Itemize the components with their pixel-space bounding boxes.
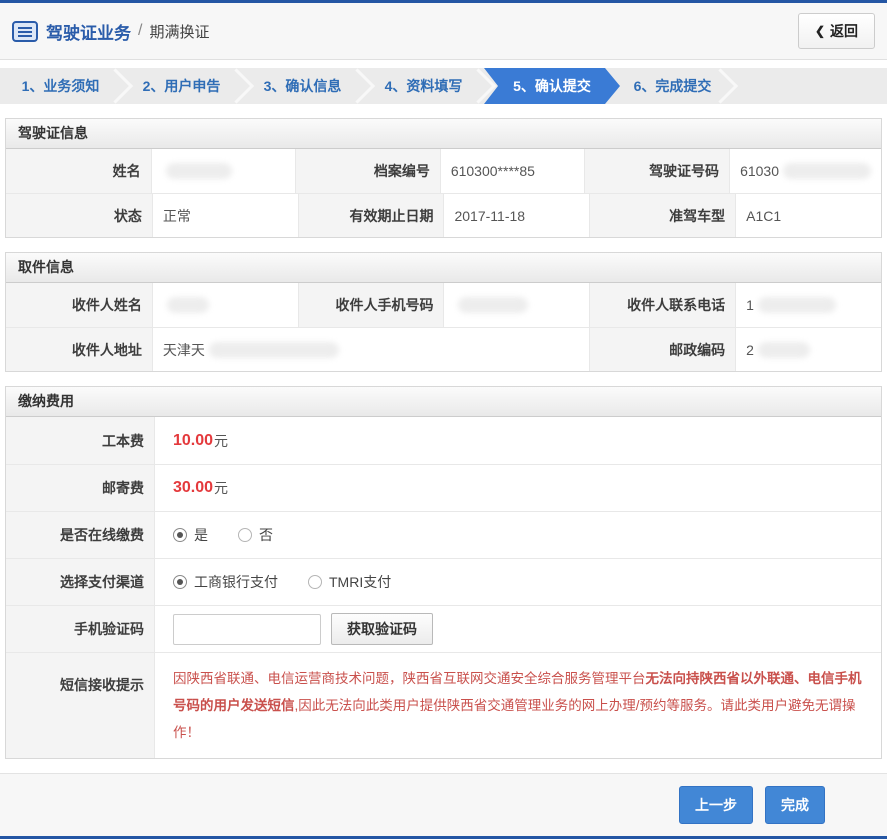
pay-channel-label: 选择支付渠道	[6, 558, 154, 605]
cost-fee-amount: 10.00	[173, 431, 214, 449]
online-pay-options: 是 否	[154, 511, 881, 558]
get-sms-code-button[interactable]: 获取验证码	[331, 613, 433, 645]
step-3-confirm-info[interactable]: 3、确认信息	[242, 68, 363, 104]
step-1-business-notes[interactable]: 1、业务须知	[0, 68, 121, 104]
pay-channel-options: 工商银行支付 TMRI支付	[154, 558, 881, 605]
redacted-blur	[458, 297, 529, 313]
back-button[interactable]: ❮ 返回	[797, 13, 875, 49]
vehicle-class-label: 准驾车型	[589, 193, 736, 237]
license-number-label: 驾驶证号码	[584, 149, 730, 193]
pay-channel-option-tmri[interactable]: TMRI支付	[308, 572, 391, 592]
license-info-row-2: 状态 正常 有效期止日期 2017-11-18 准驾车型 A1C1	[6, 193, 881, 237]
footer-action-bar: 上一步 完成	[0, 773, 887, 836]
license-info-row-1: 姓名 档案编号 610300****85 驾驶证号码 61030	[6, 149, 881, 193]
recipient-address-value: 天津天	[151, 327, 590, 371]
file-number-label: 档案编号	[295, 149, 440, 193]
sms-code-input[interactable]	[173, 613, 321, 645]
cost-fee-unit: 元	[214, 432, 229, 449]
back-button-label: 返回	[830, 23, 858, 39]
redacted-blur	[166, 297, 209, 313]
redacted-blur	[757, 297, 836, 313]
expiry-value: 2017-11-18	[443, 193, 590, 237]
online-pay-no-label: 否	[259, 527, 273, 543]
redacted-blur	[783, 163, 871, 179]
sms-notice-row: 短信接收提示 因陕西省联通、电信运营商技术问题，陕西省互联网交通安全综合服务管理…	[6, 652, 881, 758]
pay-channel-icbc-label: 工商银行支付	[194, 574, 278, 590]
postage-fee-amount: 30.00	[173, 479, 214, 496]
payment-title: 缴纳费用	[6, 387, 881, 417]
license-number-value: 61030	[729, 149, 881, 193]
online-pay-row: 是否在线缴费 是 否	[6, 511, 881, 558]
form-list-icon	[12, 20, 38, 42]
step-6-complete-submit[interactable]: 6、完成提交	[605, 68, 726, 104]
name-value	[150, 149, 296, 193]
name-label: 姓名	[6, 149, 151, 193]
pickup-info-row-2: 收件人地址 天津天 邮政编码 2	[6, 327, 881, 371]
radio-checked-icon[interactable]	[173, 528, 187, 542]
pay-channel-row: 选择支付渠道 工商银行支付 TMRI支付	[6, 558, 881, 605]
redacted-blur	[165, 163, 232, 179]
recipient-address-label: 收件人地址	[6, 327, 152, 371]
pickup-info-section: 取件信息 收件人姓名 收件人手机号码 收件人联系电话 1 收件人地址 天津天 邮…	[5, 252, 882, 372]
sms-code-field: 获取验证码	[154, 605, 881, 652]
notice-segment-1: 因陕西省联通、电信运营商技术问题，陕西省互联网交通安全综合服务管理平台	[173, 671, 646, 686]
chevron-left-icon: ❮	[814, 24, 825, 38]
step-5-confirm-submit[interactable]: 5、确认提交	[484, 68, 620, 104]
sms-notice-text: 因陕西省联通、电信运营商技术问题，陕西省互联网交通安全综合服务管理平台无法向持陕…	[154, 652, 881, 758]
radio-unchecked-icon[interactable]	[238, 528, 252, 542]
postage-fee-value: 30.00 元	[154, 464, 881, 511]
postal-code-value: 2	[735, 327, 881, 371]
recipient-mobile-label: 收件人手机号码	[297, 283, 444, 327]
online-pay-option-no[interactable]: 否	[238, 525, 273, 545]
status-value: 正常	[151, 193, 298, 237]
radio-unchecked-icon[interactable]	[308, 575, 322, 589]
pay-channel-option-icbc[interactable]: 工商银行支付	[173, 572, 278, 592]
pickup-info-row-1: 收件人姓名 收件人手机号码 收件人联系电话 1	[6, 283, 881, 327]
step-2-user-declaration[interactable]: 2、用户申告	[121, 68, 242, 104]
radio-checked-icon[interactable]	[173, 575, 187, 589]
online-pay-label: 是否在线缴费	[6, 511, 154, 558]
license-info-title: 驾驶证信息	[6, 119, 881, 149]
step-progress-bar: 1、业务须知 2、用户申告 3、确认信息 4、资料填写 5、确认提交 6、完成提…	[0, 68, 887, 104]
postage-fee-unit: 元	[214, 480, 229, 496]
redacted-blur	[757, 341, 810, 358]
cost-fee-value: 10.00 元	[154, 417, 881, 464]
step-4-fill-materials[interactable]: 4、资料填写	[363, 68, 484, 104]
vehicle-class-value: A1C1	[735, 193, 881, 237]
breadcrumb-current: 期满换证	[149, 23, 210, 41]
cost-fee-label: 工本费	[6, 417, 154, 464]
recipient-name-label: 收件人姓名	[6, 283, 152, 327]
recipient-mobile-value	[443, 283, 590, 327]
page-header: 驾驶证业务 / 期满换证 ❮ 返回	[0, 3, 887, 60]
postage-fee-label: 邮寄费	[6, 464, 154, 511]
sms-code-label: 手机验证码	[6, 605, 154, 652]
pay-channel-tmri-label: TMRI支付	[329, 574, 392, 590]
recipient-phone-value: 1	[735, 283, 881, 327]
sms-notice-label: 短信接收提示	[6, 652, 154, 758]
license-info-section: 驾驶证信息 姓名 档案编号 610300****85 驾驶证号码 61030 状…	[5, 118, 882, 238]
recipient-phone-label: 收件人联系电话	[589, 283, 736, 327]
page-title: 驾驶证业务	[46, 23, 131, 43]
postage-fee-row: 邮寄费 30.00 元	[6, 464, 881, 511]
breadcrumb-separator: /	[138, 22, 143, 39]
pickup-info-title: 取件信息	[6, 253, 881, 283]
finish-button[interactable]: 完成	[765, 786, 825, 824]
postal-code-label: 邮政编码	[589, 327, 736, 371]
cost-fee-row: 工本费 10.00 元	[6, 417, 881, 464]
status-label: 状态	[6, 193, 152, 237]
recipient-name-value	[151, 283, 298, 327]
expiry-label: 有效期止日期	[297, 193, 444, 237]
online-pay-option-yes[interactable]: 是	[173, 525, 208, 545]
payment-section: 缴纳费用 工本费 10.00 元 邮寄费 30.00 元 是否在线缴费 是 否 …	[5, 386, 882, 759]
file-number-value: 610300****85	[439, 149, 585, 193]
redacted-blur	[208, 341, 339, 358]
online-pay-yes-label: 是	[194, 527, 208, 543]
previous-step-button[interactable]: 上一步	[679, 786, 753, 824]
sms-code-row: 手机验证码 获取验证码	[6, 605, 881, 652]
